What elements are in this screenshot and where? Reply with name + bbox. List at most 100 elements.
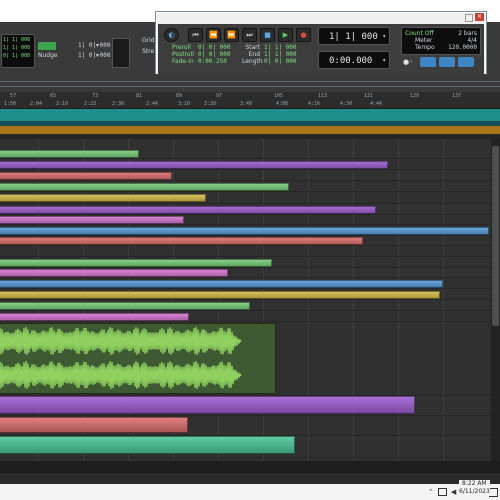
preroll-value[interactable]: 0| 0| 000 bbox=[198, 44, 231, 51]
waveform-channel bbox=[0, 327, 242, 355]
fast-forward-icon[interactable]: ⏩ bbox=[224, 28, 239, 42]
postroll-label: Postroll bbox=[172, 51, 194, 58]
conductor-icon[interactable] bbox=[458, 57, 474, 67]
midi-merge-icon[interactable] bbox=[439, 57, 455, 67]
audio-clip[interactable] bbox=[0, 237, 363, 245]
ruler-timecode: 4:08 bbox=[276, 101, 289, 107]
audio-clip-waveform[interactable] bbox=[0, 323, 276, 394]
notification-icon[interactable] bbox=[489, 488, 498, 497]
main-counter[interactable]: 1| 1| 000 ▾ bbox=[318, 27, 390, 45]
fadein-value[interactable]: 0:00.250 bbox=[198, 58, 227, 65]
nudge-value[interactable]: 1| 0| 000 bbox=[78, 52, 111, 59]
grid-mode-button[interactable] bbox=[38, 42, 56, 50]
toolbar-abbrev: Stre bbox=[142, 48, 155, 55]
grid-dropdown-icon[interactable]: ▾ bbox=[96, 42, 99, 49]
ruler-bar-number: 121 bbox=[364, 93, 374, 99]
postroll-value[interactable]: 0| 0| 000 bbox=[198, 51, 231, 58]
audio-clip[interactable] bbox=[0, 216, 184, 224]
chevron-up-icon[interactable]: ⌃ bbox=[428, 488, 434, 496]
length-label: Length bbox=[242, 58, 263, 65]
ruler-timecode: 2:10 bbox=[56, 101, 69, 107]
close-icon[interactable]: × bbox=[475, 13, 484, 21]
volume-icon[interactable]: ◀ bbox=[451, 488, 456, 496]
track-lane-divider bbox=[0, 299, 491, 300]
meter-label: Meter bbox=[415, 37, 433, 44]
ruler-bar-number: 97 bbox=[216, 93, 223, 99]
metronome-icon[interactable] bbox=[420, 57, 436, 67]
start-label: Start bbox=[245, 44, 260, 51]
track-lane-divider bbox=[0, 235, 491, 236]
midi-controls: Count Off 2 bars Meter 4/4 Tempo 120.0000 bbox=[401, 27, 481, 55]
counter-line: 0| 1| 000 bbox=[3, 53, 31, 59]
marker-ruler[interactable] bbox=[0, 109, 500, 121]
audio-clip[interactable] bbox=[0, 206, 376, 214]
audio-clip[interactable] bbox=[0, 436, 295, 454]
audio-clip[interactable] bbox=[0, 291, 440, 299]
grid-value[interactable]: 1| 0| 000 bbox=[78, 42, 111, 49]
track-lane-divider bbox=[0, 245, 491, 246]
length-value[interactable]: 0| 0| 000 bbox=[264, 58, 297, 65]
meter-value[interactable]: 4/4 bbox=[467, 37, 477, 44]
play-icon[interactable]: ▶ bbox=[278, 28, 293, 42]
main-counter-value: 1| 1| 000 bbox=[329, 32, 378, 42]
sub-counter-dropdown-icon[interactable]: ▾ bbox=[382, 52, 386, 70]
ruler-bar-number: 137 bbox=[452, 93, 462, 99]
track-lane-divider bbox=[0, 214, 491, 215]
meter-ruler[interactable] bbox=[0, 126, 500, 134]
wait-for-note-icon[interactable]: ●◦ bbox=[403, 57, 413, 67]
taskbar: ⌃ ◀ bbox=[0, 484, 500, 500]
ruler-timecode: 3:20 bbox=[204, 101, 217, 107]
start-value[interactable]: 1| 1| 000 bbox=[264, 44, 297, 51]
go-to-end-icon[interactable]: ⏭ bbox=[242, 28, 257, 42]
online-icon[interactable]: ◐ bbox=[164, 28, 179, 42]
track-lane-divider bbox=[0, 180, 491, 181]
clock[interactable]: 8:22 AM 6/11/2023 bbox=[459, 480, 490, 496]
nudge-dropdown-icon[interactable]: ▾ bbox=[96, 52, 99, 59]
waveform-channel bbox=[0, 361, 242, 389]
tempo-value[interactable]: 120.0000 bbox=[448, 44, 477, 51]
audio-clip[interactable] bbox=[0, 280, 443, 288]
audio-clip[interactable] bbox=[0, 302, 250, 310]
audio-clip[interactable] bbox=[0, 183, 289, 191]
audio-clip[interactable] bbox=[0, 396, 415, 414]
main-counter-display[interactable]: 1| 1| 000 1| 1| 000 0| 1| 000 bbox=[1, 34, 35, 68]
rewind-icon[interactable]: ⏪ bbox=[206, 28, 221, 42]
end-value[interactable]: 1| 1| 000 bbox=[264, 51, 297, 58]
ruler-bar-number: 57 bbox=[10, 93, 17, 99]
audio-clip[interactable] bbox=[0, 150, 139, 158]
ruler-bar-number: 81 bbox=[136, 93, 143, 99]
system-tray-icons[interactable]: ⌃ ◀ bbox=[428, 488, 456, 496]
grid-line bbox=[443, 139, 444, 461]
track-lane-divider bbox=[0, 256, 491, 257]
record-icon[interactable]: ● bbox=[296, 28, 311, 42]
ruler-bar-number: 105 bbox=[274, 93, 284, 99]
audio-clip[interactable] bbox=[0, 172, 172, 180]
network-icon[interactable] bbox=[437, 488, 447, 496]
audio-clip[interactable] bbox=[0, 417, 188, 433]
horizontal-scrollbar[interactable] bbox=[0, 461, 500, 473]
ruler-separator bbox=[0, 81, 500, 82]
audio-clip[interactable] bbox=[0, 227, 489, 235]
window-options-icon[interactable] bbox=[465, 14, 473, 22]
countoff-label[interactable]: Count Off bbox=[405, 30, 434, 37]
scrollbar-thumb[interactable] bbox=[492, 146, 499, 326]
end-label: End bbox=[248, 51, 260, 58]
preroll-label: Preroll bbox=[172, 44, 191, 51]
stop-icon[interactable]: ■ bbox=[260, 28, 275, 42]
sub-counter[interactable]: 0:00.000 ▾ bbox=[318, 51, 390, 69]
track-lane-divider bbox=[0, 267, 491, 268]
track-lane-divider bbox=[0, 288, 491, 289]
audio-clip[interactable] bbox=[0, 269, 228, 277]
audio-clip[interactable] bbox=[0, 313, 189, 321]
ruler-bar-number: 89 bbox=[176, 93, 183, 99]
edit-canvas[interactable] bbox=[0, 139, 491, 461]
main-counter-dropdown-icon[interactable]: ▾ bbox=[382, 28, 386, 46]
return-to-zero-icon[interactable]: ⏮ bbox=[188, 28, 203, 42]
audio-clip[interactable] bbox=[0, 194, 206, 202]
nudge-label: Nudge bbox=[38, 52, 58, 59]
ruler-bar-number: 73 bbox=[92, 93, 99, 99]
ruler-bar-number: 129 bbox=[410, 93, 420, 99]
audio-clip[interactable] bbox=[0, 161, 388, 169]
bars-beats-ruler[interactable]: 57 65 73 81 89 97 105 113 121 129 137 1:50 2:04 2:10… bbox=[0, 92, 500, 109]
audio-clip[interactable] bbox=[0, 259, 272, 267]
